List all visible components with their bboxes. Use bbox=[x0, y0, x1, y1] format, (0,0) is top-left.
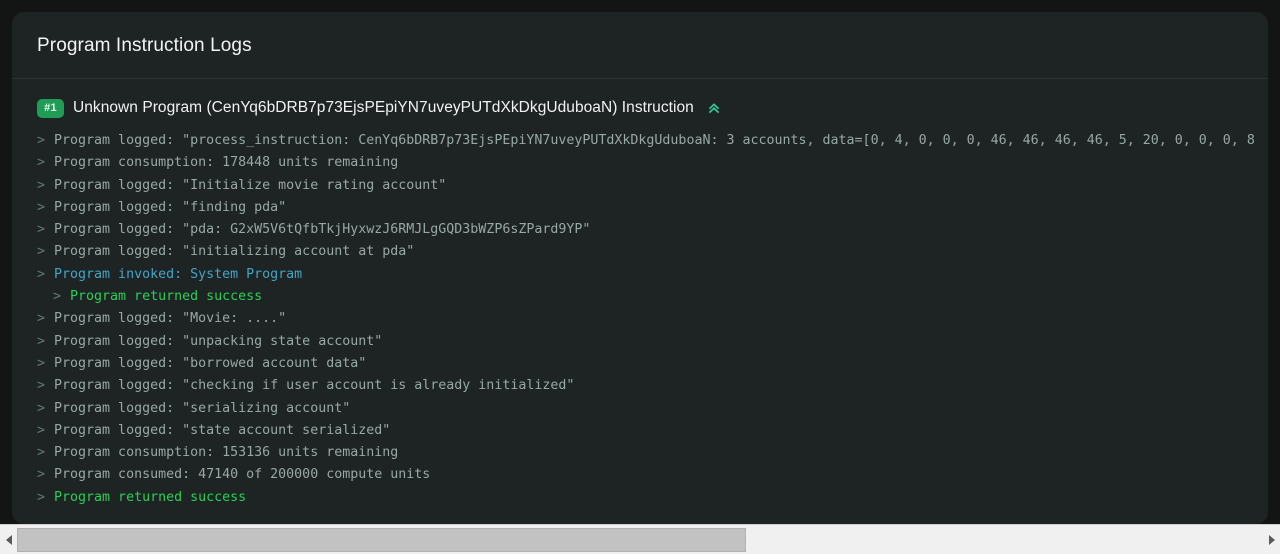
log-chevron-icon: > bbox=[37, 222, 46, 238]
log-line: > Program returned success bbox=[12, 487, 1268, 509]
log-chevron-icon: > bbox=[37, 177, 46, 193]
log-line: > Program logged: "pda: G2xW5V6tQfbTkjHyx… bbox=[12, 219, 1268, 241]
log-line-text: Program logged: "serializing account" bbox=[54, 400, 351, 416]
horizontal-scrollbar[interactable] bbox=[0, 524, 1280, 554]
log-line-text: Program logged: "finding pda" bbox=[54, 199, 287, 215]
log-line-text: Program logged: "pda: G2xW5V6tQfbTkjHyxw… bbox=[54, 222, 591, 238]
log-line: > Program logged: "Movie: ...." bbox=[12, 308, 1268, 330]
log-chevron-icon: > bbox=[37, 333, 46, 349]
program-logs-card: Program Instruction Logs #1 Unknown Prog… bbox=[12, 12, 1268, 524]
log-chevron-icon: > bbox=[37, 199, 46, 215]
scroll-left-button[interactable] bbox=[0, 525, 17, 554]
log-chevron-icon: > bbox=[37, 155, 46, 171]
log-chevron-icon: > bbox=[37, 422, 46, 438]
log-line-text: Program returned success bbox=[54, 489, 247, 505]
program-log-list: > Program logged: "process_instruction: C… bbox=[12, 130, 1268, 509]
log-line-text: Program invoked: System Program bbox=[54, 266, 303, 282]
log-line-text: Program consumption: 153136 units remain… bbox=[54, 445, 399, 461]
log-line: > Program logged: "checking if user accou… bbox=[12, 375, 1268, 397]
log-line: > Program consumption: 153136 units remai… bbox=[12, 442, 1268, 464]
log-chevron-icon: > bbox=[37, 355, 46, 371]
log-line: > Program logged: "Initialize movie ratin… bbox=[12, 175, 1268, 197]
log-chevron-icon: > bbox=[37, 400, 46, 416]
log-line: > Program consumed: 47140 of 200000 compu… bbox=[12, 464, 1268, 486]
log-line-text: Program logged: "Movie: ...." bbox=[54, 311, 287, 327]
log-line-text: Program logged: "unpacking state account… bbox=[54, 333, 383, 349]
log-line-text: Program consumption: 178448 units remain… bbox=[54, 155, 399, 171]
horizontal-scroll-track[interactable] bbox=[17, 525, 1263, 554]
instruction-index-badge: #1 bbox=[37, 98, 64, 118]
log-line-text: Program logged: "process_instruction: Ce… bbox=[54, 133, 1255, 148]
instruction-title: Unknown Program (CenYq6bDRB7p73EjsPEpiYN… bbox=[73, 99, 694, 116]
instruction-block: #1 Unknown Program (CenYq6bDRB7p73EjsPEp… bbox=[12, 79, 1268, 509]
log-line: > Program logged: "process_instruction: C… bbox=[12, 130, 1268, 152]
log-line: > Program logged: "borrowed account data" bbox=[12, 353, 1268, 375]
log-line: > Program logged: "unpacking state accoun… bbox=[12, 331, 1268, 353]
log-chevron-icon: > bbox=[37, 489, 46, 505]
chevrons-up-icon[interactable] bbox=[706, 100, 722, 116]
log-line: > Program logged: "serializing account" bbox=[12, 398, 1268, 420]
page-title: Program Instruction Logs bbox=[37, 34, 252, 56]
arrow-left-icon bbox=[5, 534, 12, 545]
log-chevron-icon: > bbox=[37, 467, 46, 483]
arrow-right-icon bbox=[1268, 534, 1275, 545]
log-line: > Program returned success bbox=[12, 286, 1268, 308]
log-line-text: Program returned success bbox=[70, 289, 263, 305]
log-line: > Program invoked: System Program bbox=[12, 264, 1268, 286]
log-line-text: Program consumed: 47140 of 200000 comput… bbox=[54, 467, 431, 483]
log-chevron-icon: > bbox=[37, 311, 46, 327]
log-chevron-icon: > bbox=[37, 133, 46, 148]
log-line-text: Program logged: "state account serialize… bbox=[54, 422, 391, 438]
log-chevron-icon: > bbox=[37, 266, 46, 282]
log-line-text: Program logged: "checking if user accoun… bbox=[54, 378, 575, 394]
log-line: > Program logged: "finding pda" bbox=[12, 197, 1268, 219]
log-chevron-icon: > bbox=[37, 445, 46, 461]
scroll-right-button[interactable] bbox=[1263, 525, 1280, 554]
log-chevron-icon: > bbox=[37, 378, 46, 394]
log-line-text: Program logged: "initializing account at… bbox=[54, 244, 415, 260]
log-line-text: Program logged: "borrowed account data" bbox=[54, 355, 367, 371]
log-chevron-icon: > bbox=[53, 289, 62, 305]
log-line: > Program logged: "state account serializ… bbox=[12, 420, 1268, 442]
log-line-text: Program logged: "Initialize movie rating… bbox=[54, 177, 447, 193]
card-header: Program Instruction Logs bbox=[12, 12, 1268, 78]
horizontal-scroll-thumb[interactable] bbox=[17, 527, 746, 552]
page-root: Program Instruction Logs #1 Unknown Prog… bbox=[0, 0, 1280, 554]
instruction-header[interactable]: #1 Unknown Program (CenYq6bDRB7p73EjsPEp… bbox=[12, 97, 1268, 119]
log-line: > Program logged: "initializing account a… bbox=[12, 241, 1268, 263]
log-line: > Program consumption: 178448 units remai… bbox=[12, 152, 1268, 174]
log-chevron-icon: > bbox=[37, 244, 46, 260]
